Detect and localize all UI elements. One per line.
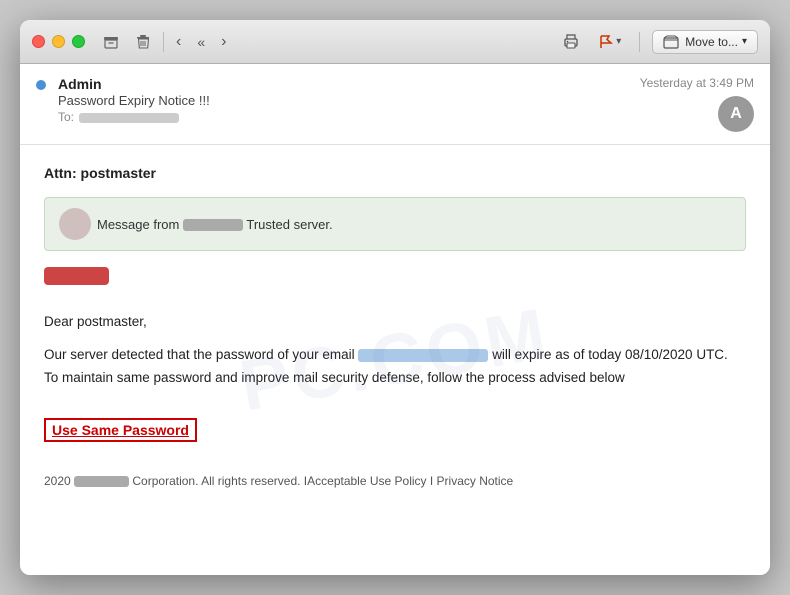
trash-button[interactable] xyxy=(129,30,157,54)
body-line2: To maintain same password and improve ma… xyxy=(44,370,625,385)
logo-redacted xyxy=(44,267,109,285)
print-button[interactable] xyxy=(556,29,586,55)
forward-button[interactable]: › xyxy=(215,29,232,55)
back-button[interactable]: ‹ xyxy=(170,29,187,55)
toolbar-nav-arrows: ‹ « › xyxy=(170,29,232,55)
flag-dropdown-icon: ▾ xyxy=(616,36,621,47)
message-from-suffix: Trusted server. xyxy=(246,217,332,232)
email-timestamp: Yesterday at 3:49 PM xyxy=(640,76,754,90)
toolbar-right: ▾ Move to... ▾ xyxy=(556,29,758,55)
email-subject: Password Expiry Notice !!! xyxy=(58,93,628,108)
greeting: Dear postmaster, xyxy=(44,311,746,334)
message-icon xyxy=(59,208,91,240)
footer-text: Corporation. All rights reserved. IAccep… xyxy=(132,474,513,488)
sender-name: Admin xyxy=(58,76,628,92)
move-to-label: Move to... xyxy=(685,35,738,49)
mail-window: ‹ « › ▾ xyxy=(20,20,770,575)
body-line1-suffix: will expire as of today 08/10/2020 UTC. xyxy=(492,347,728,362)
archive-button[interactable] xyxy=(97,30,125,54)
company-name-redacted xyxy=(74,476,129,487)
toolbar-nav xyxy=(97,30,157,54)
titlebar: ‹ « › ▾ xyxy=(20,20,770,64)
move-to-button[interactable]: Move to... ▾ xyxy=(652,30,758,54)
email-address-redacted xyxy=(358,349,488,362)
server-name-redacted xyxy=(183,219,243,231)
email-header: Admin Password Expiry Notice !!! To: Yes… xyxy=(20,64,770,145)
separator-2 xyxy=(639,32,640,52)
email-to: To: xyxy=(58,110,628,124)
message-box: Message from Trusted server. xyxy=(44,197,746,251)
footer-year: 2020 xyxy=(44,474,71,488)
email-body: PC.COM Attn: postmaster Message from Tru… xyxy=(20,145,770,575)
traffic-lights xyxy=(32,35,85,48)
unread-indicator xyxy=(36,80,46,90)
footer: 2020 Corporation. All rights reserved. I… xyxy=(44,474,746,488)
to-label: To: xyxy=(58,110,74,124)
maximize-button[interactable] xyxy=(72,35,85,48)
move-to-dropdown-icon: ▾ xyxy=(742,36,747,47)
body-paragraph: Our server detected that the password of… xyxy=(44,344,746,390)
close-button[interactable] xyxy=(32,35,45,48)
separator-1 xyxy=(163,32,164,52)
use-same-password-link[interactable]: Use Same Password xyxy=(44,418,197,442)
body-line1-prefix: Our server detected that the password of… xyxy=(44,347,355,362)
recipient-redacted xyxy=(79,113,179,123)
back-all-button[interactable]: « xyxy=(191,30,211,54)
avatar: A xyxy=(718,96,754,132)
minimize-button[interactable] xyxy=(52,35,65,48)
email-meta: Admin Password Expiry Notice !!! To: xyxy=(58,76,628,124)
attn-line: Attn: postmaster xyxy=(44,165,746,181)
flag-button[interactable]: ▾ xyxy=(592,30,627,54)
message-from-prefix: Message from xyxy=(97,217,179,232)
message-box-text: Message from Trusted server. xyxy=(97,217,333,232)
